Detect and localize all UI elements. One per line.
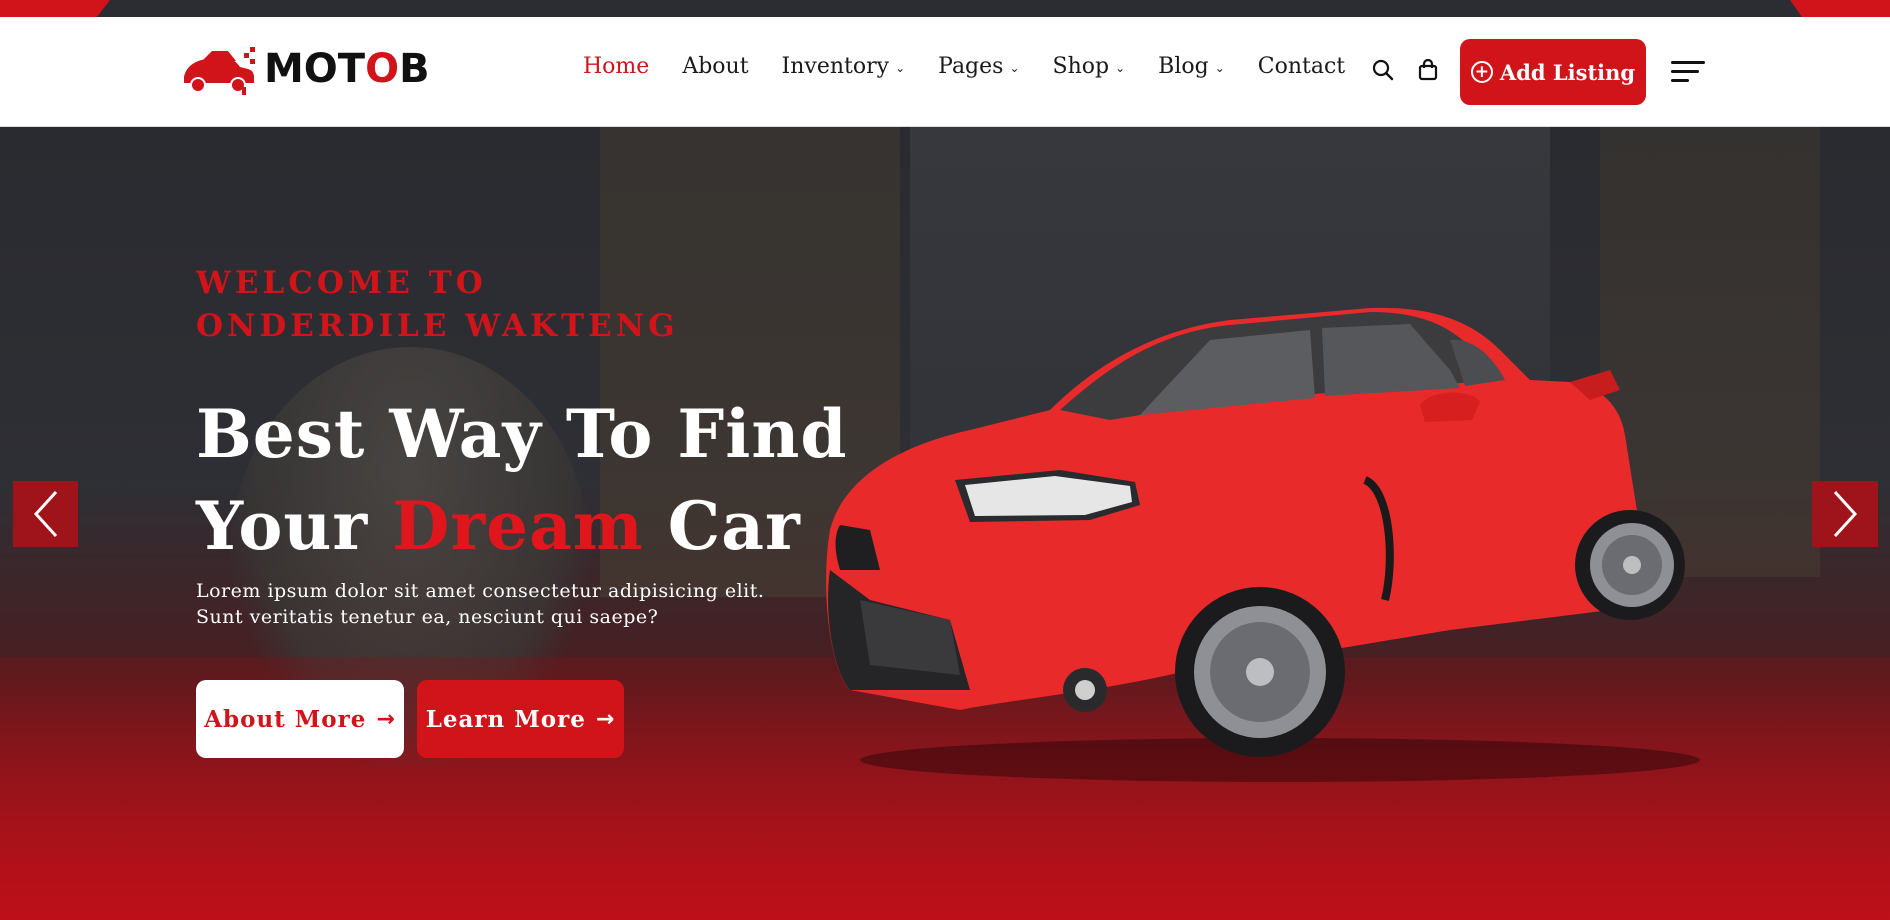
nav-item-pages[interactable]: Pages ⌄ xyxy=(938,54,1019,79)
hero-description: Lorem ipsum dolor sit amet consectetur a… xyxy=(196,580,765,628)
top-strip xyxy=(0,0,1890,17)
nav-item-about[interactable]: About xyxy=(682,54,748,79)
nav-item-blog[interactable]: Blog ⌄ xyxy=(1158,54,1225,79)
learn-more-button[interactable]: Learn More → xyxy=(417,680,624,758)
plus-circle-icon: + xyxy=(1470,61,1493,83)
top-strip-accent-left xyxy=(0,0,110,17)
hamburger-menu-icon[interactable] xyxy=(1671,59,1705,85)
brand-name: MOTOB xyxy=(264,46,430,92)
top-strip-accent-right xyxy=(1790,0,1890,17)
chevron-down-icon: ⌄ xyxy=(1009,60,1020,75)
nav-item-home[interactable]: Home xyxy=(583,54,649,79)
search-icon[interactable] xyxy=(1370,57,1396,83)
about-more-button[interactable]: About More → xyxy=(196,680,404,758)
add-listing-button[interactable]: + Add Listing xyxy=(1460,39,1646,105)
main-nav: Home About Inventory ⌄ Pages ⌄ Shop ⌄ Blog ⌄… xyxy=(583,54,1378,79)
red-car-image xyxy=(826,307,1700,782)
shopping-bag-icon[interactable] xyxy=(1415,57,1441,83)
slider-next-button[interactable] xyxy=(1812,481,1878,547)
chevron-down-icon: ⌄ xyxy=(1115,60,1126,75)
chevron-down-icon: ⌄ xyxy=(895,60,906,75)
arrow-right-icon: → xyxy=(376,706,396,732)
nav-item-inventory[interactable]: Inventory ⌄ xyxy=(782,54,906,79)
nav-item-contact[interactable]: Contact xyxy=(1258,54,1345,79)
chevron-left-icon xyxy=(33,490,57,538)
hero-subtitle: WELCOME TO ONDERDILE WAKTENG xyxy=(196,265,679,344)
slider-prev-button[interactable] xyxy=(13,481,78,547)
arrow-right-icon: → xyxy=(595,706,616,732)
site-header: MOTOB Home About Inventory ⌄ Pages ⌄ Shop ⌄… xyxy=(0,17,1890,127)
chevron-down-icon: ⌄ xyxy=(1214,60,1225,75)
add-listing-label: Add Listing xyxy=(1499,59,1636,85)
chevron-right-icon xyxy=(1833,490,1858,538)
brand-logo[interactable]: MOTOB xyxy=(178,43,430,95)
hero-title: Best Way To Find Your Dream Car xyxy=(196,395,848,565)
nav-item-shop[interactable]: Shop ⌄ xyxy=(1053,54,1126,79)
car-logo-icon xyxy=(184,47,255,95)
